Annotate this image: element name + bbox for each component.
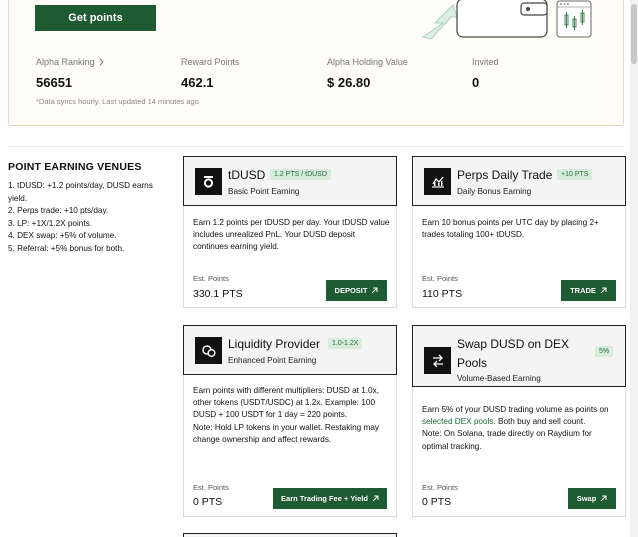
est-points-value: 330.1 PTS bbox=[193, 288, 243, 300]
est-points-value: 110 PTS bbox=[422, 288, 463, 300]
wallet-chart-illustration bbox=[421, 0, 592, 40]
card-description-text: Earn 5% of your DUSD trading volume as p… bbox=[422, 405, 609, 414]
invited-stat: Invited 0 bbox=[472, 57, 499, 90]
card-description: Earn 5% of your DUSD trading volume as p… bbox=[422, 404, 619, 453]
card-title: tDUSD bbox=[228, 168, 266, 182]
arrow-up-right-icon bbox=[372, 287, 378, 294]
venue-item: 2. Perps trade: +10 pts/day. bbox=[8, 206, 109, 215]
venues-title: POINT EARNING VENUES bbox=[8, 161, 142, 173]
button-label: TRADE bbox=[570, 286, 596, 295]
swap-button[interactable]: Swap bbox=[568, 488, 616, 509]
est-points-label: Est. Points bbox=[193, 483, 229, 492]
card-subtitle: Enhanced Point Earning bbox=[228, 356, 317, 365]
est-points-value: 0 PTS bbox=[422, 496, 452, 508]
points-summary-panel: Get points Alpha Ranking 56651 Reward Po… bbox=[8, 0, 624, 126]
venue-item: 3. LP: +1X/1.2X points. bbox=[8, 218, 92, 228]
stat-label: Invited bbox=[472, 57, 499, 67]
page-scrollbar[interactable] bbox=[630, 0, 638, 537]
deposit-button[interactable]: DEPOSIT bbox=[326, 280, 387, 301]
card-description: Earn points with different multipliers: … bbox=[193, 385, 390, 446]
card-tag: +10 PTS bbox=[557, 169, 593, 180]
venue-item: 4. DEX swap: +5% of volume. bbox=[8, 231, 117, 240]
card-header: tDUSD 1.2 PTS / tDUSD Basic Point Earnin… bbox=[183, 156, 397, 206]
est-points-label: Est. Points bbox=[193, 274, 229, 283]
card-description-text: . Both buy and sell count. bbox=[493, 417, 586, 427]
card-title: Liquidity Provider bbox=[228, 337, 321, 351]
stat-label: Alpha Holding Value bbox=[327, 57, 408, 67]
venue-card-tdusd: tDUSD 1.2 PTS / tDUSD Basic Point Earnin… bbox=[183, 156, 397, 308]
card-title: Swap DUSD on DEX Pools bbox=[457, 337, 570, 370]
stat-value: 462.1 bbox=[181, 75, 214, 90]
card-header: Perps Daily Trade +10 PTS Daily Bonus Ea… bbox=[412, 156, 626, 206]
swap-arrows-icon bbox=[424, 347, 451, 374]
arrow-up-right-icon bbox=[372, 495, 379, 502]
card-description-body: Earn points with different multipliers: … bbox=[193, 386, 379, 420]
stat-value: 0 bbox=[472, 75, 480, 90]
venue-card-perps: Perps Daily Trade +10 PTS Daily Bonus Ea… bbox=[412, 156, 626, 308]
trade-button[interactable]: TRADE bbox=[561, 280, 616, 301]
card-tag: 1.2 PTS / tDUSD bbox=[270, 169, 331, 180]
est-points-value: 0 PTS bbox=[193, 496, 223, 508]
venue-card-liquidity-provider: Liquidity Provider 1.0-1.2X Enhanced Poi… bbox=[183, 325, 397, 517]
card-description: Earn 10 bonus points per UTC day by plac… bbox=[422, 218, 599, 240]
venue-item: 1. tDUSD: +1.2 points/day, DUSD earns yi… bbox=[8, 181, 153, 203]
card-header: Liquidity Provider 1.0-1.2X Enhanced Poi… bbox=[183, 325, 397, 375]
est-points-label: Est. Points bbox=[422, 483, 458, 492]
arrow-up-right-icon bbox=[600, 287, 607, 294]
card-title: Perps Daily Trade bbox=[457, 168, 553, 182]
tdusd-coin-icon bbox=[195, 168, 222, 195]
liquidity-coins-icon bbox=[195, 337, 222, 364]
stat-label: Alpha Ranking bbox=[36, 57, 95, 67]
scrollbar-thumb[interactable] bbox=[631, 4, 637, 64]
venue-card-swap-dusd: Swap DUSD on DEX Pools 5% Volume-Based E… bbox=[412, 325, 626, 517]
est-points-label: Est. Points bbox=[422, 274, 458, 283]
reward-points-stat: Reward Points 462.1 bbox=[181, 57, 240, 90]
get-points-button[interactable]: Get points bbox=[35, 5, 156, 31]
card-subtitle: Volume-Based Earning bbox=[457, 374, 541, 383]
alpha-holding-value-stat: Alpha Holding Value $ 26.80 bbox=[327, 57, 408, 90]
stat-label: Reward Points bbox=[181, 57, 240, 67]
chevron-right-icon bbox=[99, 58, 104, 66]
card-tag: 5% bbox=[595, 346, 614, 357]
venues-list: 1. tDUSD: +1.2 points/day, DUSD earns yi… bbox=[8, 180, 168, 255]
next-card-header-partial bbox=[183, 533, 397, 537]
alpha-ranking-stat[interactable]: Alpha Ranking 56651 bbox=[36, 57, 105, 90]
data-sync-note: *Data syncs hourly. Last updated 14 minu… bbox=[36, 97, 199, 106]
button-label: Swap bbox=[576, 494, 597, 503]
selected-dex-pools-link[interactable]: selected DEX pools bbox=[422, 417, 493, 426]
arrow-up-right-icon bbox=[600, 495, 607, 502]
card-note: Note: On Solana, trade directly on Raydi… bbox=[422, 429, 592, 451]
card-subtitle: Daily Bonus Earning bbox=[457, 187, 532, 196]
card-subtitle: Basic Point Earning bbox=[228, 187, 300, 196]
button-label: Earn Trading Fee + Yield bbox=[281, 494, 368, 503]
perps-chart-icon bbox=[424, 168, 451, 195]
card-note: Note: Hold LP tokens in your wallet. Res… bbox=[193, 422, 379, 444]
button-label: DEPOSIT bbox=[334, 286, 368, 295]
stat-value: $ 26.80 bbox=[327, 75, 371, 90]
section-divider bbox=[8, 146, 624, 147]
venue-item: 5. Referral: +5% bonus for both. bbox=[8, 243, 125, 253]
card-header: Swap DUSD on DEX Pools 5% Volume-Based E… bbox=[412, 325, 626, 387]
card-description: Earn 1.2 points per tDUSD per day. Your … bbox=[193, 218, 390, 252]
earn-trading-fee-button[interactable]: Earn Trading Fee + Yield bbox=[273, 488, 387, 509]
stat-value: 56651 bbox=[36, 75, 73, 90]
card-tag: 1.0-1.2X bbox=[328, 338, 363, 349]
